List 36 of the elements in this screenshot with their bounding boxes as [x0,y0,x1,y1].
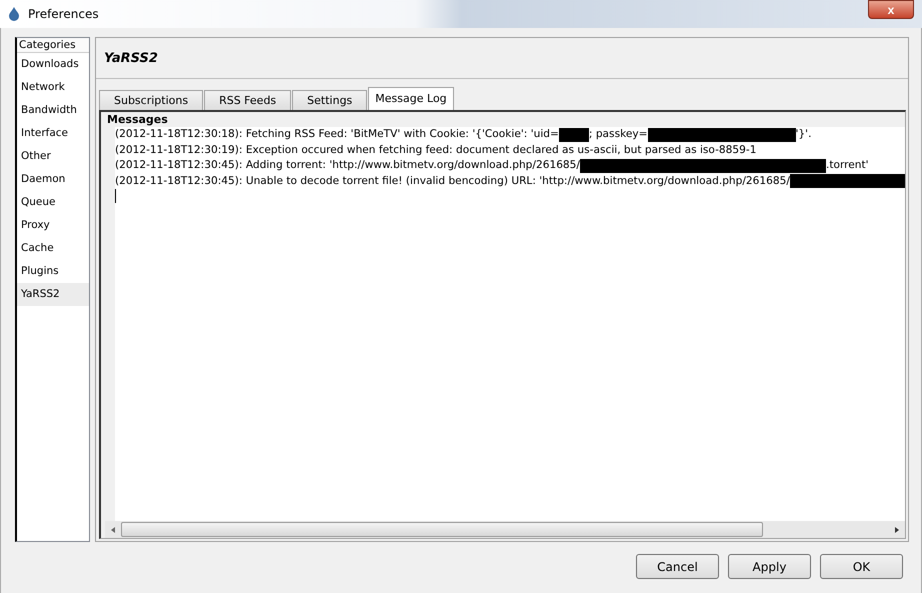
category-item[interactable]: Downloads [17,53,89,76]
tab[interactable]: Subscriptions [99,90,204,110]
log-text: (2012-11-18T12:30:19): Exception occured when fetching feed: document declared as us-ascii, but parsed as iso-8859-1 [115,142,756,158]
categories-heading: Categories [17,38,89,53]
redaction-bar [558,128,589,142]
dialog-button[interactable]: Cancel [636,554,719,579]
dialog-button[interactable]: Apply [728,554,811,579]
text-cursor [115,189,116,203]
category-item[interactable]: Plugins [17,260,89,283]
drop-icon [8,7,20,21]
category-item[interactable]: Other [17,145,89,168]
scrollbar-thumb[interactable] [121,522,763,537]
category-item[interactable]: Bandwidth [17,99,89,122]
messages-heading: Messages [106,112,169,127]
horizontal-scrollbar[interactable] [105,521,905,538]
tab[interactable]: Settings [292,90,368,110]
log-text: ; passkey= [588,127,648,142]
page-title: YaRSS2 [104,50,158,66]
category-item[interactable]: Daemon [17,168,89,191]
window-title: Preferences [28,7,99,21]
dialog-button[interactable]: OK [820,554,903,579]
right-arrow-icon[interactable] [893,526,901,534]
category-item[interactable]: Network [17,76,89,99]
tab[interactable]: Message Log [368,87,454,110]
category-item[interactable]: Interface [17,122,89,145]
log-text: (2012-11-18T12:30:45): Adding torrent: 'http://www.bitmetv.org/download.php/261685/ [115,158,580,173]
category-item[interactable]: Proxy [17,214,89,237]
log-text: (2012-11-18T12:30:45): Unable to decode torrent file! (invalid bencoding) URL: 'http://www.bitmetv.org/download.php/261685/ [115,174,790,188]
log-text: .torrent' [826,158,869,173]
category-item[interactable]: YaRSS2 [17,283,89,306]
left-arrow-icon[interactable] [109,526,117,534]
category-item[interactable]: Queue [17,191,89,214]
category-item[interactable]: Cache [17,237,89,260]
log-text: (2012-11-18T12:30:18): Fetching RSS Feed: 'BitMeTV' with Cookie: '{'Cookie': 'uid= [115,127,559,142]
log-text: '}'. [796,127,812,142]
tab[interactable]: RSS Feeds [204,90,292,110]
